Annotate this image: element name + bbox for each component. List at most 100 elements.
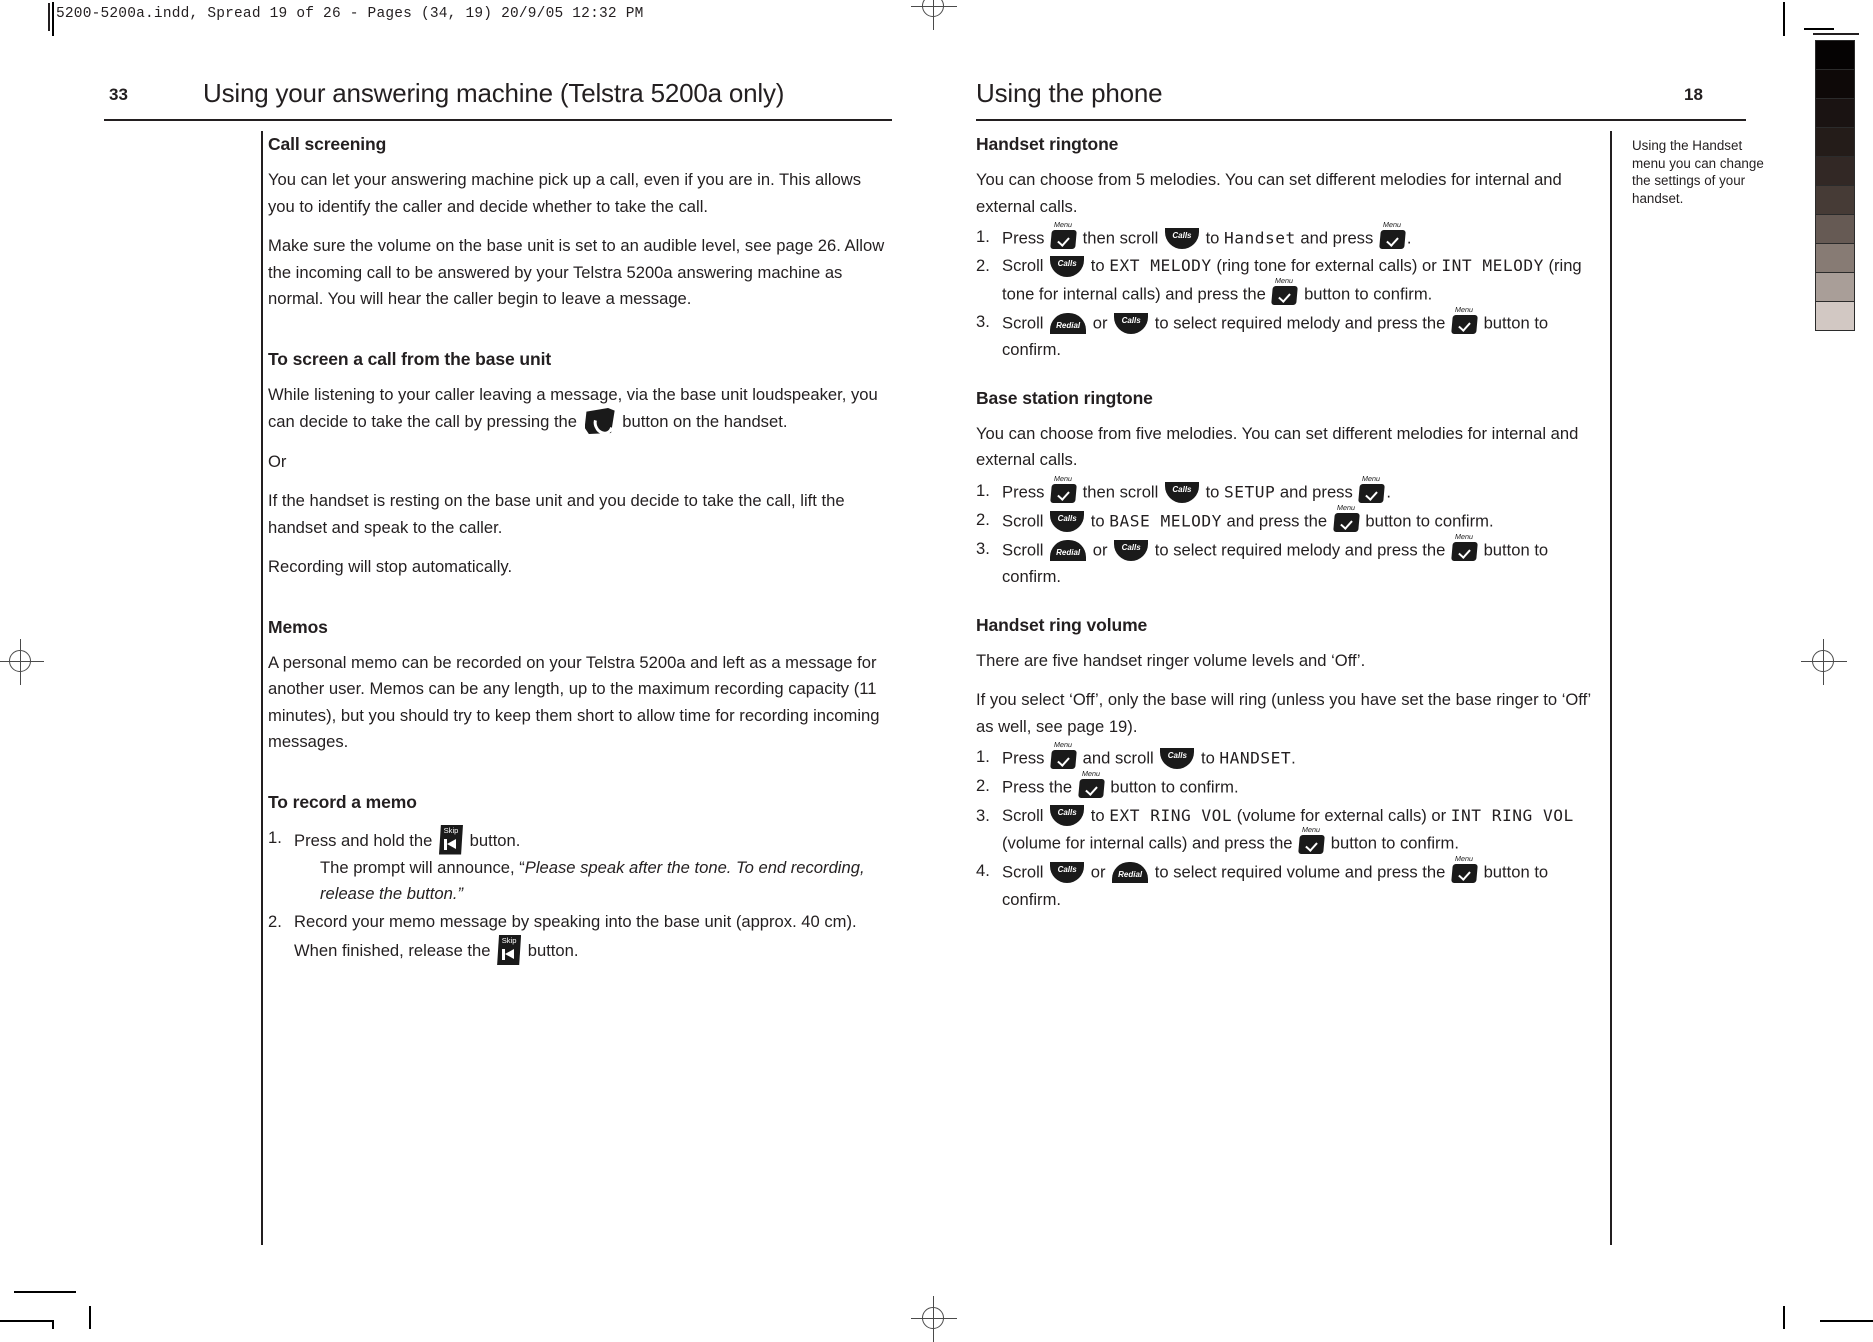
step-number: 1. — [976, 480, 990, 500]
step-number: 2. — [976, 509, 990, 529]
step-text: and press — [1300, 228, 1374, 248]
step-text: button to confirm. — [1110, 778, 1239, 798]
heading-handset-ring-volume: Handset ring volume — [976, 614, 1148, 635]
heading-to-screen-a-call: To screen a call from the base unit — [268, 348, 552, 369]
calls-key-icon: Calls — [1114, 540, 1149, 562]
lcd-text: EXT MELODY — [1109, 256, 1212, 276]
skip-key-label: Skip — [443, 825, 459, 835]
list-item: 1. Press Menu and scroll Calls to HANDSE… — [976, 740, 1598, 772]
step-text: . — [1291, 748, 1296, 768]
list-item: 1. Press Menu then scroll Calls to Hands… — [976, 220, 1598, 252]
left-header-rule — [104, 119, 892, 121]
calls-key-icon: Calls — [1114, 312, 1149, 334]
menu-key-icon: Menu — [1050, 740, 1077, 770]
heading-memos: Memos — [268, 616, 328, 637]
step-number: 3. — [976, 539, 990, 559]
step-text: button. — [527, 940, 579, 960]
step-text: then scroll — [1082, 228, 1159, 248]
calls-key-label: Calls — [1057, 807, 1077, 817]
step-text: Scroll — [1002, 511, 1044, 531]
step-text: button to confirm. — [1330, 833, 1459, 853]
menu-key-icon: Menu — [1077, 769, 1105, 799]
menu-key-icon: Menu — [1271, 276, 1299, 305]
list-item: 1. Press Menu then scroll Calls to SETUP… — [976, 473, 1598, 506]
paragraph: Recording will stop automatically. — [268, 557, 513, 577]
menu-key-label: Menu — [1336, 502, 1356, 512]
list-item: 2. Scroll Calls to EXT MELODY (ring tone… — [976, 253, 1598, 308]
step-text: or — [1092, 313, 1108, 333]
menu-key-label: Menu — [1382, 220, 1402, 229]
step-text: to — [1090, 256, 1105, 276]
menu-key-label: Menu — [1053, 740, 1073, 750]
calls-key-label: Calls — [1172, 484, 1192, 494]
calls-key-label: Calls — [1057, 513, 1077, 523]
menu-key-icon: Menu — [1358, 473, 1386, 503]
step-number: 4. — [976, 861, 990, 881]
calls-key-label: Calls — [1121, 315, 1141, 325]
handset-ring-volume-steps: 1. Press Menu and scroll Calls to HANDSE… — [976, 740, 1598, 913]
paragraph: You can choose from 5 melodies. You can … — [976, 170, 1562, 216]
calls-key-label: Calls — [1057, 865, 1077, 875]
calls-key-icon: Calls — [1050, 862, 1085, 884]
calls-key-icon: Calls — [1164, 228, 1199, 249]
step-text: to select required melody and press the — [1154, 540, 1446, 560]
calls-key-label: Calls — [1121, 543, 1141, 553]
calls-key-icon: Calls — [1160, 748, 1195, 770]
step-text: to select required melody and press the — [1154, 313, 1446, 333]
lcd-text: BASE MELODY — [1109, 511, 1222, 531]
heading-call-screening: Call screening — [268, 134, 387, 154]
step-number: 3. — [976, 311, 990, 331]
menu-key-icon: Menu — [1332, 502, 1360, 532]
page-right: Using the phone 18 Using the Handset men… — [936, 0, 1873, 1329]
step-text: to — [1205, 482, 1220, 502]
step-text: Scroll — [1002, 540, 1044, 560]
paragraph: A personal memo can be recorded on your … — [268, 652, 880, 752]
calls-key-label: Calls — [1172, 231, 1192, 240]
menu-key-icon: Menu — [1451, 854, 1478, 884]
paragraph-or: Or — [268, 451, 287, 471]
step-text: to — [1205, 228, 1220, 248]
step-substep: The prompt will announce, “Please speak … — [294, 855, 892, 908]
step-text: Press — [1002, 748, 1045, 768]
step-text: button to confirm. — [1304, 284, 1433, 304]
list-item: 4. Scroll Calls or Redial to select requ… — [976, 854, 1598, 913]
list-item: 3. Scroll Redial or Calls to select requ… — [976, 532, 1598, 591]
step-text: . — [1386, 482, 1392, 502]
redial-key-icon: Redial — [1050, 312, 1087, 334]
step-text: Press the — [1002, 778, 1073, 798]
step-text: button to confirm. — [1365, 511, 1494, 531]
redial-key-icon: Redial — [1050, 540, 1087, 562]
list-item: 3. Scroll Redial or Calls to select requ… — [976, 305, 1598, 364]
margin-note: Using the Handset menu you can change th… — [1632, 138, 1764, 206]
paragraph: If the handset is resting on the base un… — [268, 491, 845, 537]
right-header-rule — [976, 119, 1746, 121]
left-column-rule — [261, 131, 263, 1245]
menu-key-icon: Menu — [1451, 305, 1478, 334]
step-number: 1. — [268, 827, 282, 847]
step-text: Press and hold the — [294, 830, 433, 850]
list-item: 1. Press and hold the Skip button. The p… — [268, 824, 892, 908]
menu-key-label: Menu — [1454, 854, 1474, 864]
lcd-text: INT RING VOL — [1450, 805, 1574, 825]
paragraph-text: button on the handset. — [622, 412, 788, 432]
step-number: 2. — [976, 776, 990, 796]
step-number: 2. — [976, 256, 990, 276]
menu-key-icon: Menu — [1379, 220, 1406, 249]
menu-key-label: Menu — [1361, 473, 1382, 483]
calls-key-icon: Calls — [1050, 255, 1085, 277]
step-text: Scroll — [1002, 256, 1044, 276]
skip-key-label: Skip — [501, 936, 517, 946]
talk-phone-key-icon — [584, 408, 617, 439]
paragraph: While listening to your caller leaving a… — [268, 382, 892, 439]
paragraph: Make sure the volume on the base unit is… — [268, 236, 885, 308]
step-text: (volume for external calls) or — [1236, 805, 1447, 825]
step-text: to — [1090, 511, 1105, 531]
menu-key-label: Menu — [1301, 825, 1322, 835]
step-text: Scroll — [1002, 313, 1044, 333]
step-text: and press — [1279, 482, 1353, 502]
step-text: then scroll — [1082, 482, 1159, 502]
step-text: Scroll — [1002, 805, 1044, 825]
lcd-text: EXT RING VOL — [1109, 805, 1233, 825]
skip-key-icon: Skip — [497, 935, 522, 966]
lcd-text: HANDSET — [1219, 748, 1292, 768]
